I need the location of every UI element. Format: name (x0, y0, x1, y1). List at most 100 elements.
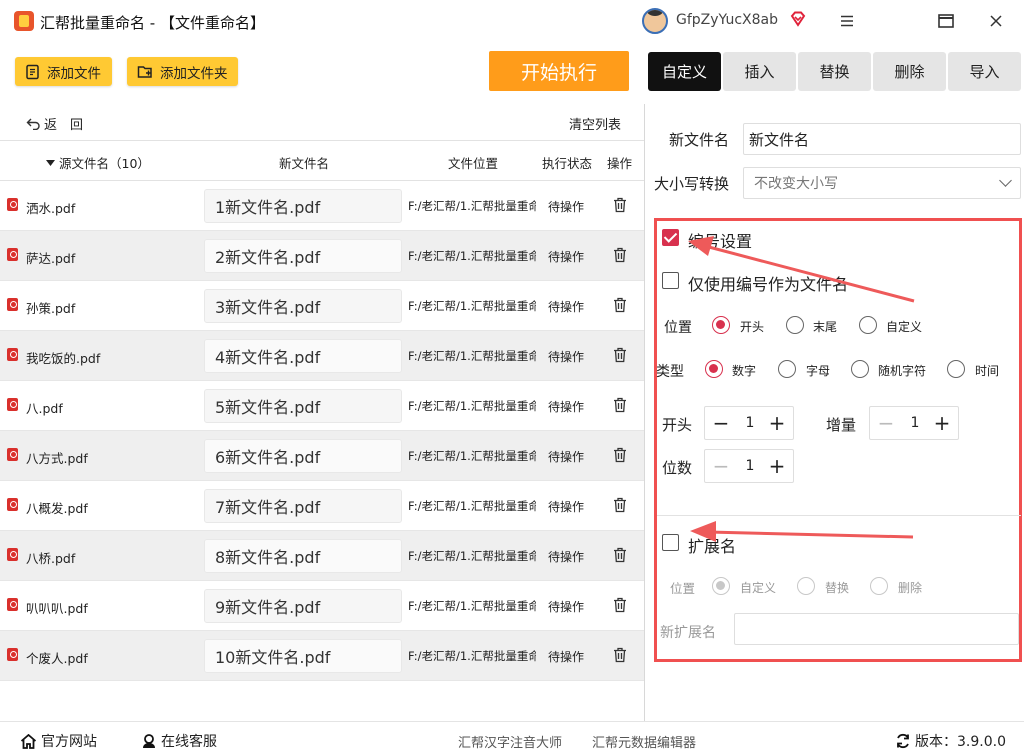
new-file-name-input[interactable]: 3新文件名.pdf (204, 289, 402, 323)
type-letter-radio[interactable] (778, 360, 796, 378)
panel-divider (644, 104, 645, 721)
source-file-name: 个废人.pdf (26, 651, 88, 666)
pdf-file-icon (7, 598, 18, 611)
ext-delete-radio[interactable] (870, 577, 888, 595)
increment-value[interactable]: 1 (904, 415, 926, 431)
type-number-radio[interactable] (705, 360, 723, 378)
version-info[interactable]: 版本：3.9.0.0 (895, 731, 1006, 751)
trash-icon[interactable] (613, 247, 627, 263)
customer-service-link[interactable]: 在线客服 (141, 731, 217, 751)
number-type-label: 类型 (656, 364, 684, 380)
new-file-name-input[interactable]: 8新文件名.pdf (204, 539, 402, 573)
table-row[interactable]: 个废人.pdf 10新文件名.pdf F:/老汇帮/1.汇帮批量重命 待操作 (0, 631, 644, 681)
table-row[interactable]: 我吃饭的.pdf 4新文件名.pdf F:/老汇帮/1.汇帮批量重命 待操作 (0, 331, 644, 381)
trash-icon[interactable] (613, 197, 627, 213)
table-row[interactable]: 八.pdf 5新文件名.pdf F:/老汇帮/1.汇帮批量重命 待操作 (0, 381, 644, 431)
increment-increment-button[interactable]: + (932, 413, 952, 433)
back-button[interactable]: 返 回 (26, 114, 83, 133)
case-conversion-label: 大小写转换 (654, 175, 730, 193)
digits-decrement-button[interactable]: − (711, 456, 731, 476)
add-folder-button[interactable]: 添加文件夹 (127, 57, 238, 86)
pinyin-master-link[interactable]: 汇帮汉字注音大师 (458, 732, 562, 751)
source-file-name: 叭叭叭.pdf (26, 601, 88, 616)
position-custom-radio[interactable] (859, 316, 877, 334)
new-extension-input[interactable] (734, 613, 1019, 645)
type-time-radio[interactable] (947, 360, 965, 378)
start-button[interactable]: 开始执行 (489, 51, 629, 91)
metadata-editor-link[interactable]: 汇帮元数据编辑器 (592, 732, 696, 751)
trash-icon[interactable] (613, 547, 627, 563)
table-row[interactable]: 八方式.pdf 6新文件名.pdf F:/老汇帮/1.汇帮批量重命 待操作 (0, 431, 644, 481)
file-location: F:/老汇帮/1.汇帮批量重命 (408, 349, 536, 363)
file-location: F:/老汇帮/1.汇帮批量重命 (408, 249, 536, 263)
new-file-name-input[interactable]: 5新文件名.pdf (204, 389, 402, 423)
table-row[interactable]: 洒水.pdf 1新文件名.pdf F:/老汇帮/1.汇帮批量重命 待操作 (0, 181, 644, 231)
pdf-file-icon (7, 398, 18, 411)
increment-stepper[interactable]: − 1 + (869, 406, 959, 440)
trash-icon[interactable] (613, 447, 627, 463)
pdf-file-icon (7, 498, 18, 511)
table-row[interactable]: 叭叭叭.pdf 9新文件名.pdf F:/老汇帮/1.汇帮批量重命 待操作 (0, 581, 644, 631)
file-location: F:/老汇帮/1.汇帮批量重命 (408, 549, 536, 563)
trash-icon[interactable] (613, 497, 627, 513)
status-text: 待操作 (548, 250, 585, 264)
avatar[interactable] (642, 8, 668, 34)
new-file-name-input[interactable]: 6新文件名.pdf (204, 439, 402, 473)
add-files-button[interactable]: 添加文件 (15, 57, 112, 86)
numbering-checkbox[interactable] (662, 229, 679, 246)
new-file-name-input[interactable]: 4新文件名.pdf (204, 339, 402, 373)
tab-custom[interactable]: 自定义 (648, 52, 721, 91)
new-file-name-input[interactable]: 7新文件名.pdf (204, 489, 402, 523)
section-divider (657, 515, 1021, 516)
trash-icon[interactable] (613, 297, 627, 313)
source-column-header[interactable]: 源文件名（10） (46, 153, 150, 172)
start-increment-button[interactable]: + (767, 413, 787, 433)
start-decrement-button[interactable]: − (711, 413, 731, 433)
new-file-name-input[interactable]: 9新文件名.pdf (204, 589, 402, 623)
tab-import[interactable]: 导入 (948, 52, 1021, 91)
position-start-radio[interactable] (712, 316, 730, 334)
extension-checkbox[interactable] (662, 534, 679, 551)
tab-replace[interactable]: 替换 (798, 52, 871, 91)
start-number-stepper[interactable]: − 1 + (704, 406, 794, 440)
only-number-checkbox[interactable] (662, 272, 679, 289)
tab-delete[interactable]: 删除 (873, 52, 946, 91)
new-extension-label: 新扩展名 (660, 625, 716, 641)
position-end-radio[interactable] (786, 316, 804, 334)
menu-icon[interactable] (834, 8, 860, 34)
trash-icon[interactable] (613, 347, 627, 363)
table-row[interactable]: 八桥.pdf 8新文件名.pdf F:/老汇帮/1.汇帮批量重命 待操作 (0, 531, 644, 581)
status-text: 待操作 (548, 600, 585, 614)
trash-icon[interactable] (613, 597, 627, 613)
table-row[interactable]: 孙策.pdf 3新文件名.pdf F:/老汇帮/1.汇帮批量重命 待操作 (0, 281, 644, 331)
source-file-name: 八桥.pdf (26, 551, 76, 566)
vip-diamond-icon[interactable] (790, 11, 806, 27)
new-file-name-input[interactable]: 10新文件名.pdf (204, 639, 402, 673)
file-location: F:/老汇帮/1.汇帮批量重命 (408, 399, 536, 413)
clear-list-button[interactable]: 清空列表 (569, 114, 621, 133)
pdf-file-icon (7, 648, 18, 661)
pdf-file-icon (7, 548, 18, 561)
table-row[interactable]: 萨达.pdf 2新文件名.pdf F:/老汇帮/1.汇帮批量重命 待操作 (0, 231, 644, 281)
case-conversion-select[interactable]: 不改变大小写 (743, 167, 1021, 199)
username[interactable]: GfpZyYucX8ab (676, 12, 778, 28)
table-row[interactable]: 八概发.pdf 7新文件名.pdf F:/老汇帮/1.汇帮批量重命 待操作 (0, 481, 644, 531)
digits-stepper[interactable]: − 1 + (704, 449, 794, 483)
digits-value[interactable]: 1 (739, 458, 761, 474)
new-file-name-input[interactable]: 2新文件名.pdf (204, 239, 402, 273)
ext-custom-radio[interactable] (712, 577, 730, 595)
type-random-radio[interactable] (851, 360, 869, 378)
new-file-name-input[interactable]: 1新文件名.pdf (204, 189, 402, 223)
maximize-icon[interactable] (933, 8, 959, 34)
start-number-value[interactable]: 1 (739, 415, 761, 431)
increment-decrement-button[interactable]: − (876, 413, 896, 433)
website-link[interactable]: 官方网站 (20, 731, 97, 751)
status-text: 待操作 (548, 200, 585, 214)
trash-icon[interactable] (613, 647, 627, 663)
tab-insert[interactable]: 插入 (723, 52, 796, 91)
new-name-input[interactable]: 新文件名 (743, 123, 1021, 155)
ext-replace-radio[interactable] (797, 577, 815, 595)
digits-increment-button[interactable]: + (767, 456, 787, 476)
close-icon[interactable] (983, 8, 1009, 34)
trash-icon[interactable] (613, 397, 627, 413)
